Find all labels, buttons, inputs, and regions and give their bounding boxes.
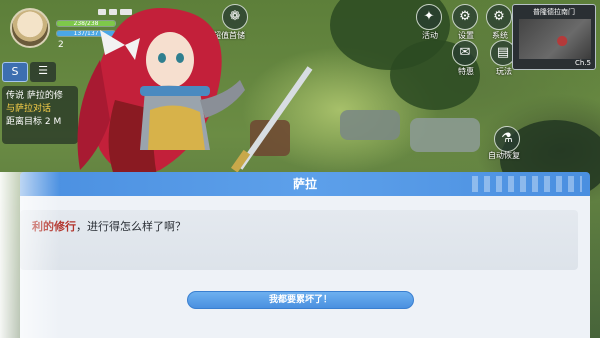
channel-label: Ch.5 [574,59,591,67]
rock [340,110,400,140]
dialog-text[interactable]: 利的修行，进行得怎么样了啊？ [20,210,578,270]
dialog-body[interactable]: 利的修行，进行得怎么样了啊？ [20,196,590,338]
quest-tab-main[interactable]: S [2,62,28,82]
rock [410,118,480,152]
menu-label-activity: 活动 [422,31,438,40]
system-icon[interactable]: ⚙ [486,4,512,30]
activity-icon[interactable]: ✦ [416,4,442,30]
left-eye [158,53,166,63]
gear-icon[interactable]: ⚙ [452,4,478,30]
minimap[interactable]: 普隆德拉南门 Ch.5 [512,4,596,70]
dialog-header: 萨拉 [20,172,590,196]
auto-recover-label[interactable]: 自动恢复 [488,150,520,161]
face [146,32,194,88]
character-portrait [77,8,313,190]
shop-icon[interactable]: ✉ [452,40,478,66]
sword-blade [237,66,313,170]
right-eye [176,53,184,63]
potion-icon[interactable]: ⚗ [494,126,520,152]
menu-label-deals: 特惠 [458,67,474,76]
speaker-name: 萨拉 [292,177,317,191]
map-name: 普隆德拉南门 [533,8,575,16]
scarf [140,86,210,96]
dialog-text-rest: ，进行得怎么样了啊？ [76,220,186,233]
dialog-fade [0,172,60,338]
dialog-choice-button[interactable]: 我都要累坏了！ [187,291,414,309]
minimap-terrain [519,19,591,59]
dialog-panel: 萨拉 利的修行，进行得怎么样了啊？ [0,172,600,338]
tunic [148,105,205,150]
menu-label-gameplay: 玩法 [496,67,512,76]
